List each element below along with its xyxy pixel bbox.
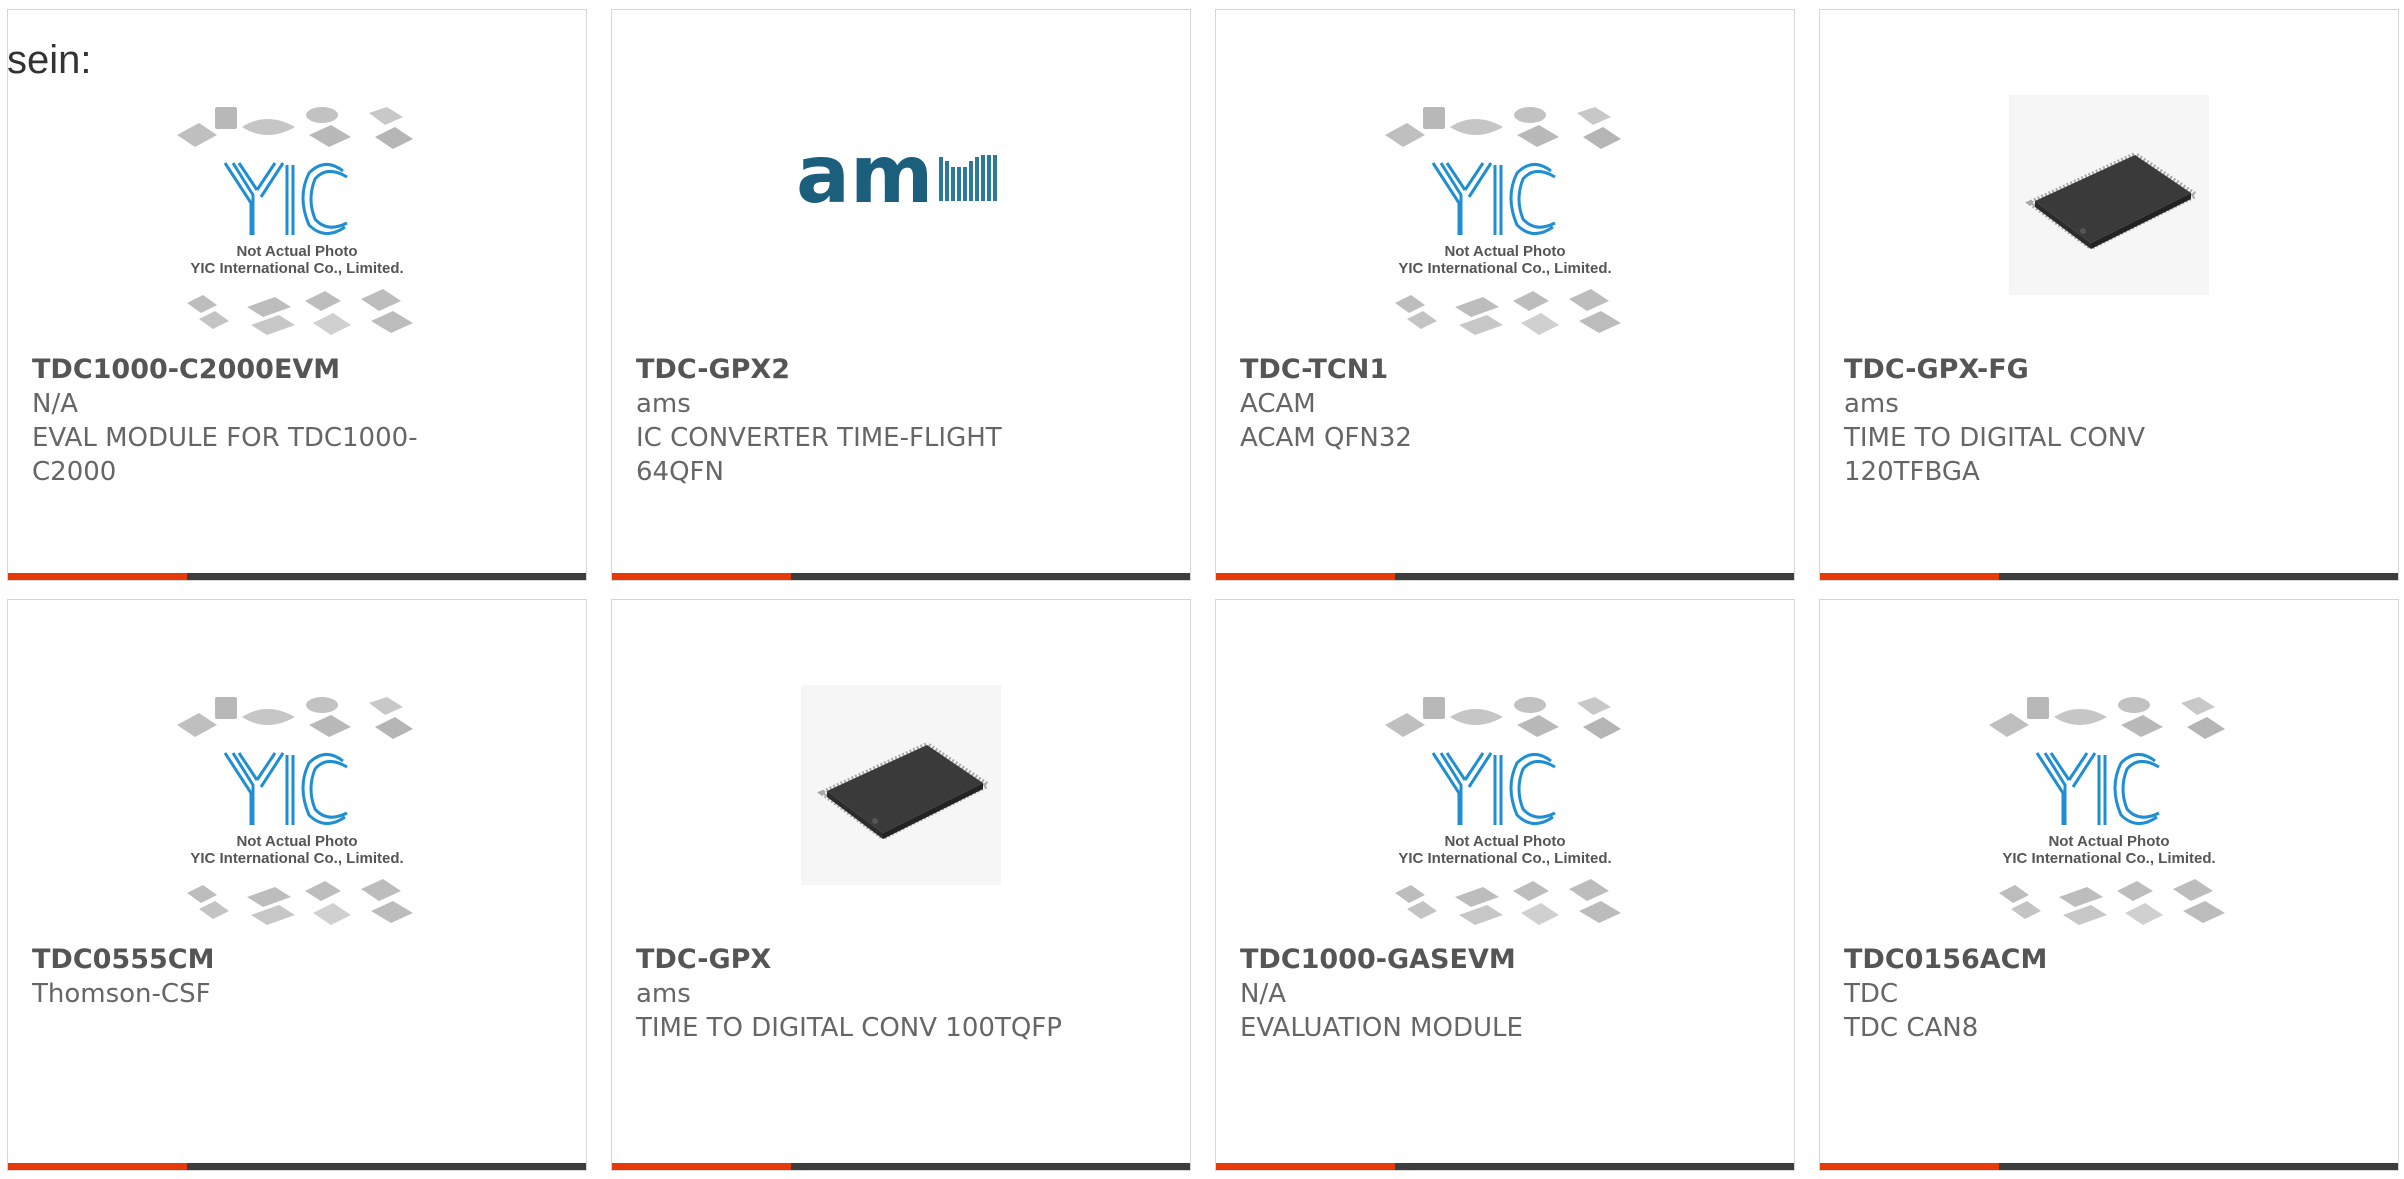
part-number-link[interactable]: TDC-GPX2 (636, 353, 1170, 387)
placeholder-caption-2: YIC International Co., Limited. (190, 260, 403, 277)
part-number-link[interactable]: TDC-GPX-FG (1844, 353, 2378, 387)
product-image[interactable]: Not Actual Photo YIC International Co., … (8, 675, 586, 935)
product-card[interactable]: am TDC-GPX2 ams IC CONVERTER TIME-FLIGHT… (611, 9, 1191, 581)
placeholder-caption-2: YIC International Co., Limited. (2002, 850, 2215, 867)
placeholder-caption-2: YIC International Co., Limited. (1398, 850, 1611, 867)
description: EVALUATION MODULE (1240, 1013, 1523, 1043)
product-card[interactable]: Not Actual Photo YIC International Co., … (1215, 599, 1795, 1171)
product-card[interactable]: Not Actual Photo YIC International Co., … (1215, 9, 1795, 581)
yic-placeholder-icon: Not Actual Photo YIC International Co., … (1385, 107, 1621, 335)
intro-text: sein: (7, 38, 92, 82)
placeholder-caption-1: Not Actual Photo (236, 833, 357, 850)
product-card[interactable]: Not Actual Photo YIC International Co., … (1819, 599, 2399, 1171)
part-number-link[interactable]: TDC0156ACM (1844, 943, 2378, 977)
placeholder-caption-1: Not Actual Photo (2048, 833, 2169, 850)
manufacturer: ACAM (1240, 389, 1316, 419)
placeholder-caption-2: YIC International Co., Limited. (190, 850, 403, 867)
card-accent-bar (612, 1163, 1190, 1170)
qfp-chip-icon (2009, 95, 2209, 295)
manufacturer: TDC (1844, 979, 1899, 1009)
placeholder-caption-1: Not Actual Photo (236, 243, 357, 260)
card-accent-bar (1216, 1163, 1794, 1170)
description: TIME TO DIGITAL CONV 120TFBGA (1844, 423, 2146, 487)
product-image[interactable]: am (612, 85, 1190, 345)
ams-logo-text: am (796, 128, 933, 221)
part-number-link[interactable]: TDC-GPX (636, 943, 1170, 977)
product-image[interactable]: Not Actual Photo YIC International Co., … (1820, 675, 2398, 935)
ams-logo-icon: am (796, 128, 997, 221)
description: TDC CAN8 (1844, 1013, 1979, 1043)
placeholder-caption-1: Not Actual Photo (1444, 243, 1565, 260)
yic-placeholder-icon: Not Actual Photo YIC International Co., … (177, 697, 413, 925)
part-number-link[interactable]: TDC1000-C2000EVM (32, 353, 566, 387)
description: TIME TO DIGITAL CONV 100TQFP (636, 1013, 1062, 1043)
product-image[interactable]: Not Actual Photo YIC International Co., … (1216, 675, 1794, 935)
card-accent-bar (1820, 1163, 2398, 1170)
yic-placeholder-icon: Not Actual Photo YIC International Co., … (177, 107, 413, 335)
product-card[interactable]: Not Actual Photo YIC International Co., … (7, 9, 587, 581)
manufacturer: N/A (1240, 979, 1286, 1009)
description: EVAL MODULE FOR TDC1000-C2000 (32, 423, 418, 487)
placeholder-caption-1: Not Actual Photo (1444, 833, 1565, 850)
card-accent-bar (1216, 573, 1794, 580)
manufacturer: ams (636, 979, 691, 1009)
manufacturer: ams (1844, 389, 1899, 419)
description: IC CONVERTER TIME-FLIGHT 64QFN (636, 423, 1002, 487)
product-image[interactable]: Not Actual Photo YIC International Co., … (1216, 85, 1794, 345)
yic-placeholder-icon: Not Actual Photo YIC International Co., … (1385, 697, 1621, 925)
product-card[interactable]: TDC-GPX ams TIME TO DIGITAL CONV 100TQFP (611, 599, 1191, 1171)
product-image[interactable] (612, 675, 1190, 935)
manufacturer: ams (636, 389, 691, 419)
card-accent-bar (1820, 573, 2398, 580)
card-accent-bar (612, 573, 1190, 580)
part-number-link[interactable]: TDC0555CM (32, 943, 566, 977)
description: ACAM QFN32 (1240, 423, 1412, 453)
part-number-link[interactable]: TDC-TCN1 (1240, 353, 1774, 387)
card-accent-bar (8, 1163, 586, 1170)
product-image[interactable]: Not Actual Photo YIC International Co., … (8, 85, 586, 345)
yic-placeholder-icon: Not Actual Photo YIC International Co., … (1989, 697, 2225, 925)
product-grid: Not Actual Photo YIC International Co., … (7, 9, 2399, 1171)
product-card[interactable]: Not Actual Photo YIC International Co., … (7, 599, 587, 1171)
product-image[interactable] (1820, 85, 2398, 345)
part-number-link[interactable]: TDC1000-GASEVM (1240, 943, 1774, 977)
manufacturer: Thomson-CSF (32, 979, 211, 1009)
manufacturer: N/A (32, 389, 78, 419)
qfp-chip-icon (801, 685, 1001, 885)
product-card[interactable]: TDC-GPX-FG ams TIME TO DIGITAL CONV 120T… (1819, 9, 2399, 581)
placeholder-caption-2: YIC International Co., Limited. (1398, 260, 1611, 277)
card-accent-bar (8, 573, 586, 580)
